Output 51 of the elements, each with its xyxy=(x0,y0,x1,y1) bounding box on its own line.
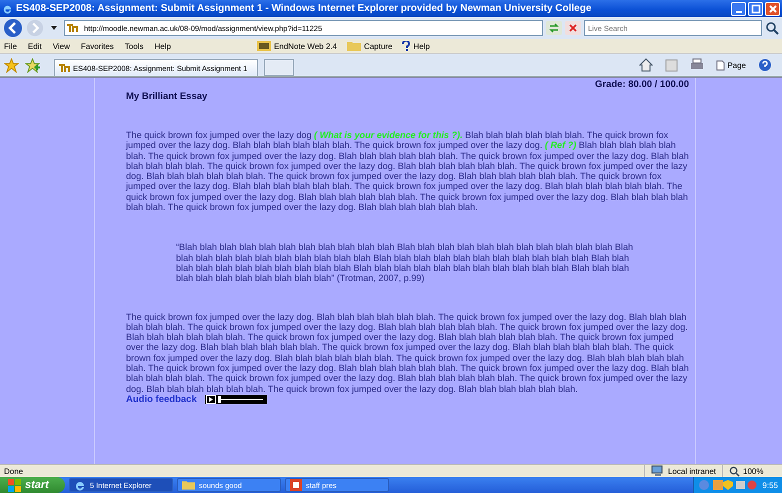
grade-text: Grade: 80.00 / 100.00 xyxy=(594,79,689,90)
back-button[interactable] xyxy=(3,18,23,38)
audio-thumb[interactable] xyxy=(218,396,221,403)
menu-item[interactable]: File xyxy=(4,42,17,50)
search-icon[interactable] xyxy=(765,21,779,35)
star-icon[interactable] xyxy=(4,58,19,72)
folder-icon xyxy=(346,41,361,51)
window-title: ES408-SEP2008: Assignment: Submit Assignment 1 - Windows Internet Explorer provided by Newman University College xyxy=(16,3,592,14)
add-favorite-icon[interactable] xyxy=(25,58,40,72)
stop-icon[interactable] xyxy=(565,21,581,35)
link-button[interactable]: Help xyxy=(402,41,430,51)
refresh-icon[interactable] xyxy=(546,21,562,35)
printer-icon[interactable] xyxy=(690,58,704,72)
link-button[interactable]: Capture xyxy=(346,41,392,51)
menu-item[interactable]: View xyxy=(52,42,70,50)
play-icon[interactable] xyxy=(206,394,216,404)
close-icon xyxy=(768,4,778,14)
maximize-button[interactable] xyxy=(748,2,763,16)
site-icon xyxy=(67,23,79,33)
menu-item[interactable]: Tools xyxy=(124,42,144,50)
essay-paragraph: The quick brown fox jumped over the lazy dog. Blah blah blah blah blah blah. The quick brown fox jumped over the lazy dog. Blah blah blah blah blah blah. The quick brown fox jumped over the lazy dog. Blah blah blah blah blah blah. The quick brown fox jumped over the lazy dog. Blah blah blah blah blah blah. The quick brown fox jumped over the lazy dog. Blah blah blah blah blah blah. The quick brown fox jumped over the lazy dog. Blah blah blah blah blah blah. The quick brown fox jumped over the lazy dog. Blah blah blah blah blah blah. The quick brown fox jumped over the lazy dog. Blah blah blah blah blah blah. The quick brown fox jumped over the lazy dog. Blah blah blah blah blah blah. The quick brown fox jumped over the lazy dog. Blah blah blah blah blah blah. The quick brown fox jumped over the lazy dog. Blah blah blah blah blah blah. The quick brown fox jumped over the lazy dog. Blah blah blah blah blah blah. The quick brown fox jumped over the lazy dog. Blah blah blah blah blah blah. The quick brown fox jumped over the lazy dog. Blah blah blah blah blah blah. xyxy=(126,312,689,394)
essay-title: My Brilliant Essay xyxy=(126,91,208,102)
help-icon[interactable] xyxy=(758,58,772,72)
browser-icon xyxy=(2,3,13,14)
browser-icon xyxy=(74,479,86,491)
windows-logo-icon xyxy=(8,478,21,492)
computer-icon xyxy=(650,465,665,477)
maximize-icon xyxy=(750,4,760,14)
menu-item[interactable]: Help xyxy=(154,42,171,50)
caret-icon[interactable] xyxy=(51,26,57,30)
menu-item[interactable]: Edit xyxy=(28,42,42,50)
audio-player[interactable] xyxy=(204,394,267,404)
quotation: “Blah blah blah blah blah blah blah blah blah blah blah Blah blah blah blah blah blah blah blah blah blah blah Blah blah blah blah blah blah blah blah blah blah blah Blah blah blah blah blah blah blah blah blah blah blah Blah blah blah blah blah blah blah blah blah blah blah Blah blah blah blah blah blah blah blah blah blah blah Blah blah blah blah blah blah blah blah blah blah blah” (Trotman, 2007, p.99) xyxy=(176,242,634,284)
status-text: Done xyxy=(3,466,24,476)
slides-icon xyxy=(290,479,302,491)
magnifier-icon xyxy=(729,466,740,476)
link-button[interactable]: EndNote Web 2.4 xyxy=(256,41,337,51)
help-icon xyxy=(402,41,410,51)
folder-icon xyxy=(182,480,195,490)
page-icon xyxy=(716,60,726,70)
home-icon[interactable] xyxy=(639,58,654,72)
minimize-icon xyxy=(736,10,742,12)
minimize-button[interactable] xyxy=(731,2,746,16)
essay-paragraph: The quick brown fox jumped over the lazy dog ( What is your evidence for this ?). Blah blah blah blah blah blah. The quick brown fox jumped over the lazy dog. Blah blah blah blah blah blah. The quick brown fox jumped over the lazy dog. ( Ref ?) Blah blah blah blah blah blah. The quick brown fox jumped over the lazy dog. Blah blah blah blah blah blah. The quick brown fox jumped over the lazy dog. Blah blah blah blah blah blah. The quick brown fox jumped over the lazy dog. Blah blah blah blah blah blah. The quick brown fox jumped over the lazy dog. Blah blah blah blah blah blah. The quick brown fox jumped over the lazy dog. Blah blah blah blah blah blah. The quick brown fox jumped over the lazy dog. Blah blah blah blah blah blah. The quick brown fox jumped over the lazy dog. Blah blah blah blah blah blah. The quick brown fox jumped over the lazy dog. Blah blah blah blah blah blah. The quick brown fox jumped over the lazy dog. Blah blah blah blah blah blah. The quick brown fox jumped over the lazy dog. Blah blah blah blah blah blah. xyxy=(126,130,689,212)
menu-item[interactable]: Favorites xyxy=(80,42,114,50)
clock: 9:55 xyxy=(762,480,778,490)
tray-icons-drawing[interactable] xyxy=(698,479,758,491)
audio-label: Audio feedback xyxy=(126,394,197,405)
close-button[interactable] xyxy=(765,2,780,16)
site-icon xyxy=(59,63,71,73)
page-menu[interactable]: Page xyxy=(716,60,746,70)
